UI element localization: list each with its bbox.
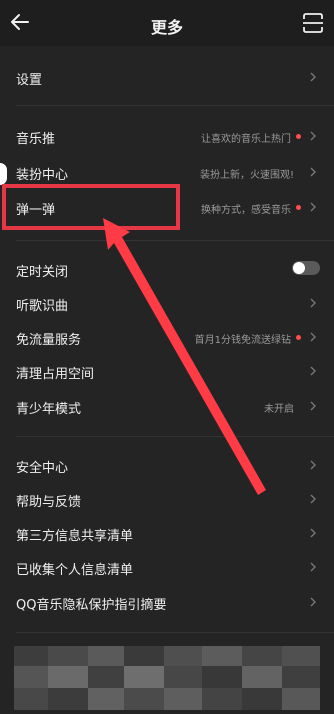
annotation-arrow — [103, 218, 266, 495]
